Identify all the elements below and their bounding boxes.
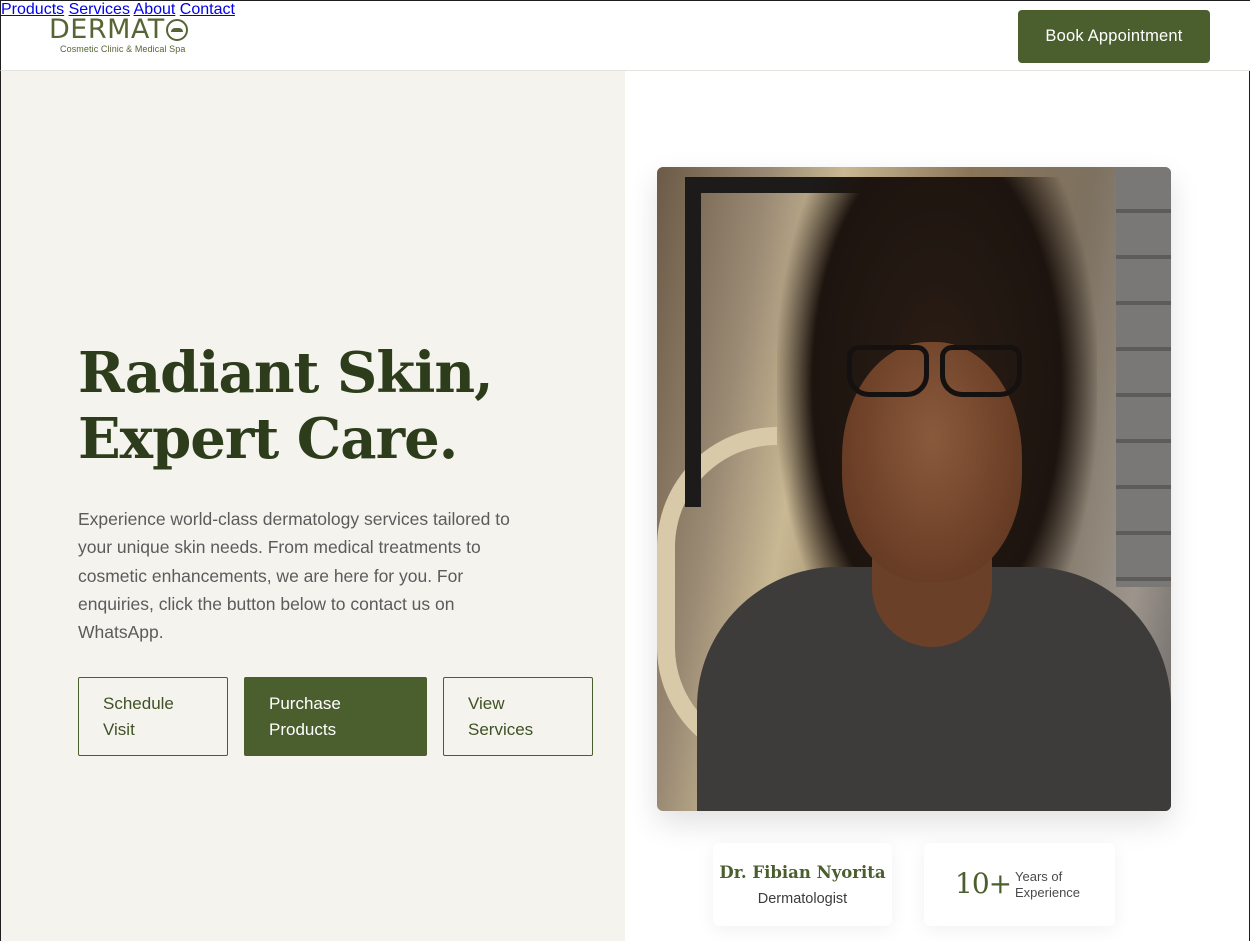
doctor-photo xyxy=(657,167,1171,811)
logo-leaf-icon xyxy=(165,19,188,41)
doctor-card: Dr. Fibian Nyorita Dermatologist xyxy=(713,843,892,926)
hero-intro: Experience world-class dermatology servi… xyxy=(78,509,510,643)
site-header: DERMAT Cosmetic Clinic & Medical Spa Pro… xyxy=(0,0,1250,71)
hero-headline: Radiant Skin, Expert Care. xyxy=(78,340,598,472)
experience-card: 10+ Years of Experience xyxy=(924,843,1115,926)
logo-text: DERMAT xyxy=(49,14,165,45)
purchase-products-button[interactable]: Purchase Products xyxy=(244,677,427,756)
headline-line-1: Radiant Skin, xyxy=(78,340,494,406)
book-appointment-button[interactable]: Book Appointment xyxy=(1018,10,1210,63)
experience-number: 10+ xyxy=(955,867,1012,900)
doctor-role: Dermatologist xyxy=(757,891,848,907)
photo-brick-wall xyxy=(1116,167,1171,587)
view-services-button[interactable]: View Services xyxy=(443,677,593,756)
logo-tagline: Cosmetic Clinic & Medical Spa xyxy=(60,44,186,54)
logo-wordmark: DERMAT xyxy=(49,15,199,45)
experience-label-line-1: Years of xyxy=(1015,869,1063,884)
photo-glasses-right xyxy=(940,345,1022,397)
experience-label: Years of Experience xyxy=(1015,869,1080,901)
experience-label-line-2: Experience xyxy=(1015,885,1081,900)
doctor-name: Dr. Fibian Nyorita xyxy=(719,863,886,882)
schedule-visit-button[interactable]: Schedule Visit xyxy=(78,677,228,756)
logo[interactable]: DERMAT Cosmetic Clinic & Medical Spa xyxy=(49,15,199,59)
headline-line-2: Expert Care. xyxy=(78,406,458,472)
photo-glasses-left xyxy=(847,345,929,397)
